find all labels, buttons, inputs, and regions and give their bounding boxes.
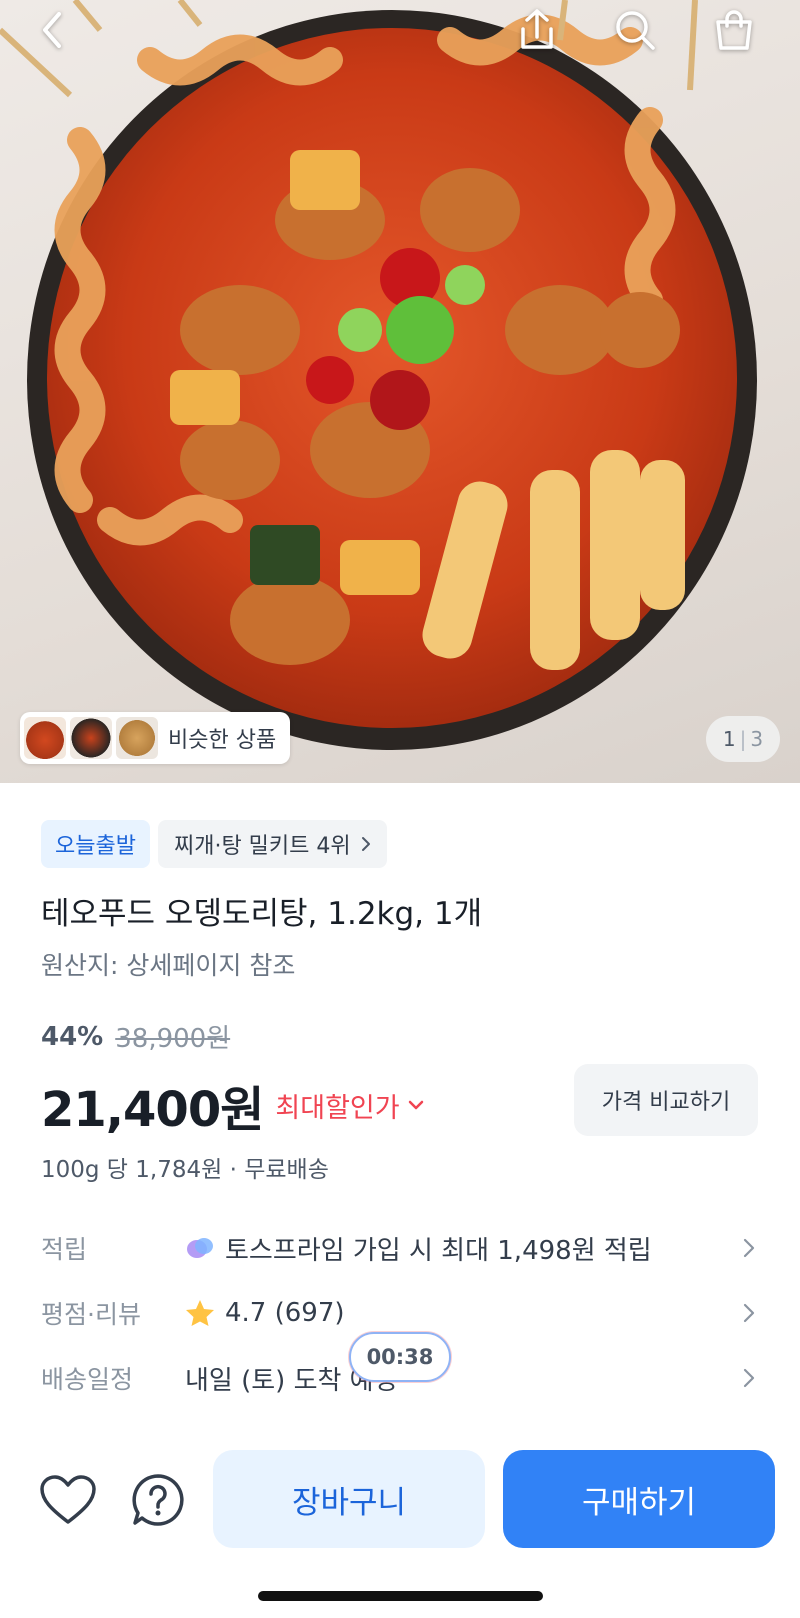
image-index: 1	[722, 727, 736, 751]
ranking-tag[interactable]: 찌개·탕 밀키트 4위	[157, 820, 387, 868]
discount-row: 44% 38,900원	[41, 1018, 230, 1055]
star-icon	[186, 1300, 214, 1326]
chevron-down-icon	[408, 1100, 423, 1110]
similar-thumbnail	[116, 717, 158, 759]
image-counter-separator: |	[739, 727, 747, 751]
image-counter: 1 | 3	[706, 716, 780, 762]
home-indicator	[258, 1591, 543, 1601]
product-origin: 원산지: 상세페이지 참조	[41, 951, 296, 980]
max-discount-label: 최대할인가	[275, 1092, 400, 1124]
price-compare-button[interactable]: 가격 비교하기	[574, 1064, 758, 1136]
similar-thumbnail	[70, 717, 112, 759]
search-button[interactable]	[603, 2, 667, 58]
question-icon	[132, 1474, 184, 1526]
timer-badge: 00:38	[349, 1332, 451, 1382]
share-icon	[521, 9, 553, 49]
cart-button[interactable]	[702, 2, 766, 58]
chevron-right-icon	[361, 837, 370, 851]
heart-icon	[40, 1475, 96, 1524]
wishlist-button[interactable]	[36, 1468, 100, 1532]
cart-bag-icon	[716, 10, 752, 50]
similar-products-button[interactable]: 비슷한 상품	[20, 712, 291, 764]
sale-price: 21,400원	[41, 1082, 264, 1138]
buy-now-button[interactable]: 구매하기	[503, 1450, 775, 1548]
similar-thumbnail	[24, 717, 66, 759]
points-row[interactable]: 적립 토스프라임 가입 시 최대 1,498원 적립	[41, 1222, 761, 1274]
search-icon	[616, 11, 655, 50]
points-value-group: 토스프라임 가입 시 최대 1,498원 적립	[185, 1230, 737, 1267]
product-tags: 오늘출발 찌개·탕 밀키트 4위	[41, 820, 387, 868]
chevron-right-icon	[737, 1238, 761, 1258]
shipping-label: 배송일정	[41, 1365, 134, 1394]
share-button[interactable]	[505, 2, 569, 58]
similar-products-label: 비슷한 상품	[168, 728, 277, 753]
image-total: 3	[750, 727, 764, 751]
inquiry-button[interactable]	[126, 1468, 190, 1532]
rating-value-group: 4.7 (697)	[185, 1298, 737, 1328]
points-label: 적립	[41, 1235, 88, 1264]
add-to-cart-button[interactable]: 장바구니	[213, 1450, 485, 1548]
price-row: 21,400원 최대할인가	[41, 1070, 424, 1140]
original-price: 38,900원	[115, 1024, 231, 1054]
unit-price-shipping: 100g 당 1,784원 · 무료배송	[41, 1157, 329, 1183]
delivery-tag: 오늘출발	[41, 820, 150, 868]
rating-label: 평점·리뷰	[41, 1300, 141, 1329]
max-discount-toggle[interactable]: 최대할인가	[275, 1086, 423, 1125]
toss-prime-icon	[187, 1238, 213, 1258]
points-value: 토스프라임 가입 시 최대 1,498원 적립	[225, 1235, 652, 1266]
shipping-value: 내일 (토) 도착 예정	[185, 1365, 398, 1396]
chevron-right-icon	[737, 1303, 761, 1323]
ranking-tag-label: 찌개·탕 밀키트 4위	[173, 834, 351, 859]
back-button[interactable]	[20, 2, 84, 58]
rating-value: 4.7 (697)	[225, 1298, 345, 1328]
product-photo	[0, 0, 757, 750]
chevron-right-icon	[737, 1368, 761, 1388]
product-image-carousel[interactable]: 비슷한 상품 1 | 3	[0, 0, 800, 783]
back-icon	[43, 12, 61, 48]
product-title: 테오푸드 오뎅도리탕, 1.2kg, 1개	[41, 896, 483, 932]
discount-rate: 44%	[41, 1021, 104, 1052]
